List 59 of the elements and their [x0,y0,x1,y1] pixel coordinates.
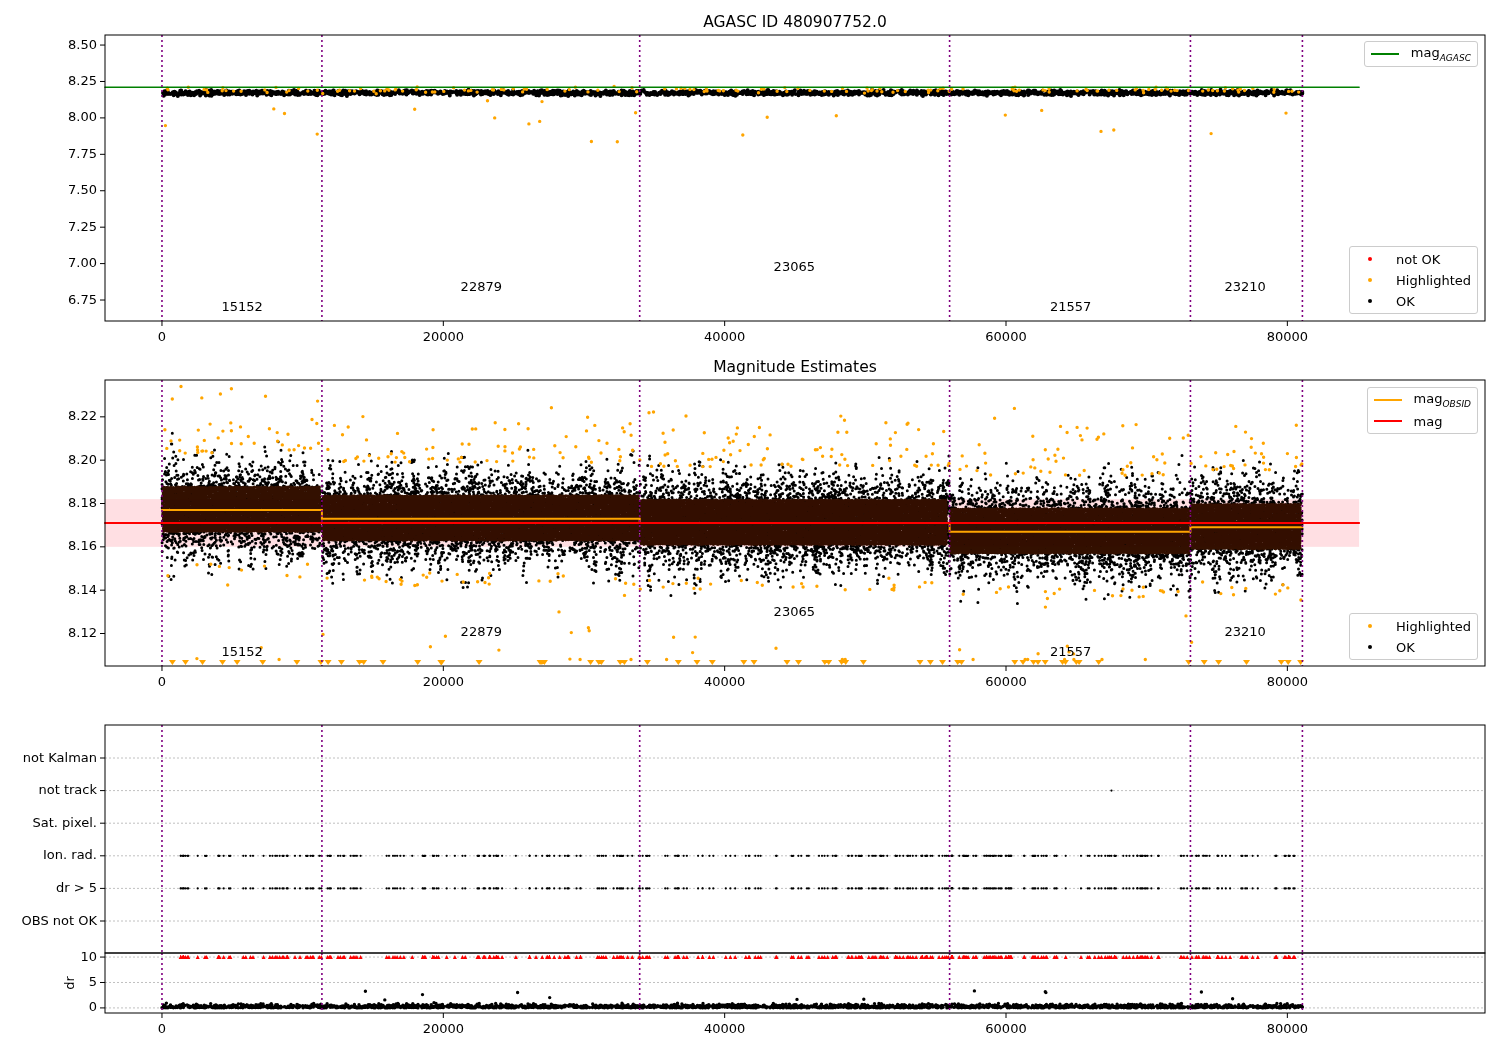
tick-label: 7.25 [68,218,97,234]
tick-label: 8.00 [68,109,97,125]
tick-label: 20000 [422,1021,464,1036]
tick-label: 80000 [1266,329,1309,344]
legend-label: mag$_{OBSID}$ [1413,391,1471,409]
annotation-label: 22879 [460,623,502,639]
tick-label: 7.75 [68,145,97,161]
legend-label: OK [1396,639,1415,655]
tick-label: 8.16 [68,538,97,554]
tick-label: 0 [88,999,97,1015]
tick-label: 60000 [985,1021,1027,1036]
tick-label: not track [38,782,97,798]
tick-label: 10 [80,948,97,964]
legend-label: Highlighted [1396,272,1471,288]
tick-label: 80000 [1266,1021,1309,1036]
tick-label: 0 [157,1021,167,1036]
tick-label: 40000 [704,329,746,344]
tick-label: dr > 5 [55,879,97,895]
annotation-label: 22879 [460,278,502,294]
tick-label: 40000 [704,1021,746,1036]
tick-label: 0 [157,329,167,344]
tick-label: 8.25 [68,73,97,88]
tick-label: Ion. rad. [43,847,97,863]
chart-title: Magnitude Estimates [713,358,877,376]
tick-label: 20000 [422,329,464,344]
tick-label: not Kalman [22,749,97,765]
legend-label: Highlighted [1396,618,1471,634]
legend-label: mag [1413,413,1443,429]
tick-label: 8.18 [68,495,97,510]
tick-label: OBS not OK [21,912,97,928]
tick-label: 8.20 [68,451,97,467]
annotation-label: 23065 [773,603,815,619]
tick-label: 8.12 [68,625,97,640]
annotation-label: 23210 [1224,278,1266,294]
tick-label: 80000 [1266,674,1309,689]
annotation-label: 21557 [1050,298,1092,314]
annotation-label: 15152 [221,643,263,659]
tick-label: 60000 [985,329,1027,344]
annotation-label: 21557 [1050,643,1092,659]
legend-label: mag$_{AGASC}$ [1410,45,1471,63]
tick-label: 7.00 [68,255,97,271]
annotation-label: 23065 [773,258,815,274]
tick-label: 7.50 [68,182,97,198]
tick-label: 8.14 [68,581,97,597]
annotation-label: 15152 [221,298,263,314]
legend-label: not OK [1396,251,1441,267]
annotation-label: 23210 [1224,623,1266,639]
tick-label: 8.50 [68,36,97,52]
tick-label: 60000 [985,674,1027,689]
legend-label: OK [1396,293,1415,309]
chart-title: AGASC ID 480907752.0 [703,13,887,31]
axis-label: dr [61,976,77,990]
tick-label: 8.22 [68,408,97,424]
tick-label: Sat. pixel. [32,814,97,830]
tick-label: 40000 [704,674,746,689]
tick-label: 6.75 [68,291,97,307]
tick-label: 0 [157,674,167,689]
tick-label: 20000 [422,674,464,689]
tick-label: 5 [88,974,97,989]
